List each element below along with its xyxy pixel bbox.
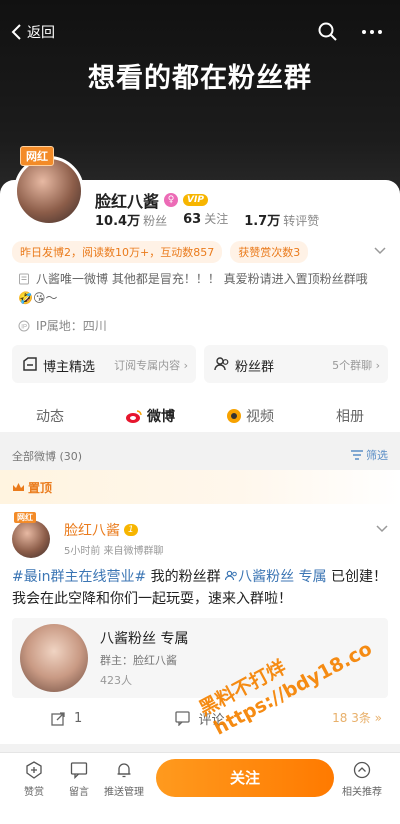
post-menu-chevron-icon[interactable] — [376, 522, 388, 534]
gender-icon: ♀ — [164, 193, 179, 207]
svg-text:IP: IP — [21, 324, 27, 330]
profile-stats: 10.4万 粉丝 63 关注 1.7万 转评赞 — [95, 210, 319, 229]
repost-button[interactable]: 1 — [0, 709, 133, 728]
post-avatar[interactable] — [12, 520, 50, 558]
influencer-tag: 网红 — [20, 146, 54, 166]
featured-icon — [23, 357, 37, 371]
group-link-icon — [225, 570, 237, 581]
top-navigation-bar: 返回 — [0, 18, 400, 48]
pinned-label: 置顶 — [28, 481, 53, 495]
filter-icon — [351, 450, 363, 460]
group-link[interactable]: 八酱粉丝 专属 — [225, 569, 327, 585]
back-label: 返回 — [27, 25, 55, 41]
message-icon — [70, 762, 88, 779]
feed-header: 全部微博 (30) 筛选 — [0, 441, 400, 467]
search-icon[interactable] — [318, 22, 338, 42]
pinned-bar: 置顶 — [0, 470, 400, 504]
fan-group-card-title: 粉丝群 — [235, 360, 275, 375]
stat-following[interactable]: 63 关注 — [183, 210, 228, 229]
location-icon: IP — [18, 320, 30, 331]
back-button[interactable]: 返回 — [10, 22, 55, 42]
weibo-icon — [126, 410, 142, 423]
post-avatar-wrap: 网红 — [12, 512, 56, 558]
featured-card-title: 博主精选 — [43, 360, 96, 375]
fan-group-card-sub: 5个群聊 › — [332, 359, 380, 372]
reward-button[interactable]: 赞赏 — [16, 761, 52, 798]
activity-pills: 昨日发博2，阅读数10万+，互动数857 获赞赏次数3 — [12, 241, 309, 263]
stat-interactions[interactable]: 1.7万 转评赞 — [244, 210, 319, 229]
profile-name-row: 脸红八酱 ♀ VIP — [95, 188, 208, 212]
crown-icon — [13, 483, 24, 491]
post-author[interactable]: 脸红八酱 — [64, 520, 120, 540]
tab-weibo[interactable]: 微博 — [100, 400, 200, 432]
repost-icon — [51, 712, 65, 726]
banner-title: 想看的都在粉丝群 — [88, 63, 312, 94]
ip-location-row: IP IP属地：四川 — [18, 317, 107, 334]
profile-description: 八酱唯一微博 其他都是冒充！！！ 真爱粉请进入置顶粉丝群哦 🤣😘～ — [18, 272, 368, 305]
chevron-down-icon[interactable] — [374, 244, 386, 256]
level-badge: 1 — [124, 524, 138, 536]
fan-group-card[interactable]: 粉丝群 5个群聊 › — [204, 345, 388, 383]
video-icon — [227, 409, 241, 423]
featured-card-sub: 订阅专属内容 › — [114, 359, 188, 372]
group-title: 八酱粉丝 专属 — [100, 631, 189, 647]
all-posts-label: 全部微博 (30) — [12, 450, 83, 463]
document-icon — [19, 273, 29, 285]
post-influencer-tag: 网红 — [14, 512, 36, 523]
ip-location: IP属地：四川 — [36, 319, 107, 333]
group-owner: 群主：脸红八酱 — [100, 654, 177, 667]
group-avatar — [20, 624, 88, 692]
post-hashtag[interactable]: #最in群主在线营业# — [12, 569, 146, 585]
tab-video[interactable]: 视频 — [200, 400, 300, 432]
message-button[interactable]: 留言 — [61, 761, 97, 798]
filter-button[interactable]: 筛选 — [351, 447, 388, 463]
activity-pill[interactable]: 昨日发博2，阅读数10万+，互动数857 — [12, 241, 223, 263]
profile-card: 网红 脸红八酱 ♀ VIP 10.4万 粉丝 63 关注 1.7万 转评赞 昨日发博2… — [0, 146, 400, 432]
profile-feature-cards: 博主精选 订阅专属内容 › 粉丝群 5个群聊 › — [12, 345, 388, 383]
follow-button[interactable]: 关注 — [156, 759, 334, 797]
post-text: #最in群主在线营业# 我的粉丝群 八酱粉丝 专属 已创建！我会在此空降和你们一… — [12, 569, 388, 607]
comment-icon — [175, 711, 191, 726]
featured-content-card[interactable]: 博主精选 订阅专属内容 › — [12, 345, 196, 383]
related-recommend-button[interactable]: 相关推荐 — [340, 761, 384, 798]
profile-tabs: 动态 微博 视频 相册 — [0, 400, 400, 432]
post-author-row: 脸红八酱 1 — [64, 520, 138, 540]
more-options-icon[interactable] — [360, 22, 384, 42]
chevron-left-icon — [11, 24, 21, 40]
tab-album[interactable]: 相册 — [300, 400, 400, 432]
stat-fans[interactable]: 10.4万 粉丝 — [95, 210, 167, 229]
reward-pill[interactable]: 获赞赏次数3 — [230, 241, 309, 263]
recommend-icon — [353, 761, 371, 779]
bottom-action-bar: 赞赏 留言 推送管理 关注 相关推荐 — [0, 752, 400, 824]
post-meta: 5小时前 来自微博群聊 — [64, 546, 164, 557]
tab-dynamics[interactable]: 动态 — [0, 400, 100, 432]
like-count-fragment: 18 3条 » — [332, 711, 382, 725]
reward-icon — [26, 761, 42, 779]
profile-avatar-wrap: 网红 — [14, 146, 84, 226]
profile-name: 脸红八酱 — [95, 192, 160, 211]
description-emojis: 🤣😘～ — [18, 291, 58, 305]
bell-icon — [117, 763, 131, 778]
group-icon — [214, 357, 229, 371]
push-settings-button[interactable]: 推送管理 — [102, 761, 146, 798]
avatar[interactable] — [14, 156, 84, 226]
post-actions: 1 评论 18 3条 » — [0, 709, 400, 728]
group-member-count: 423人 — [100, 674, 132, 687]
pinned-label-wrap: 置顶 — [12, 479, 52, 496]
vip-badge[interactable]: VIP — [183, 194, 208, 206]
